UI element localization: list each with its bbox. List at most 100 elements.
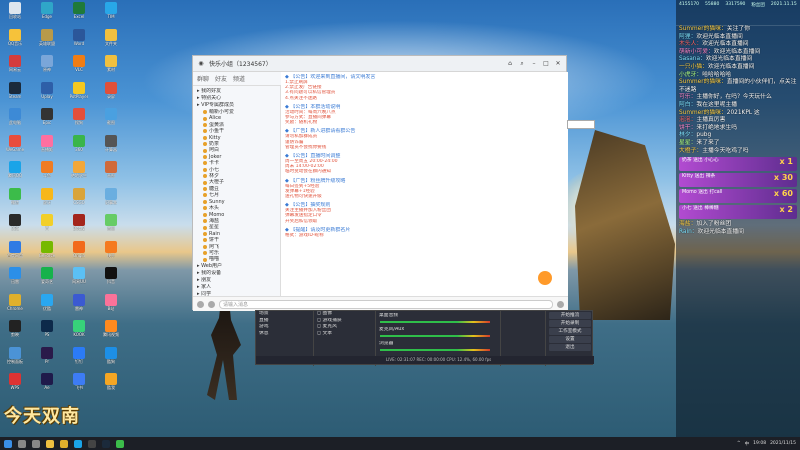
desktop-icon[interactable]: 快手 [98,240,124,267]
taskbar-app-icon[interactable] [18,439,26,448]
desktop-icon[interactable]: GeForce [34,240,60,267]
contact-group[interactable]: ▸ Web用户 [193,263,280,270]
desktop-icon[interactable]: Ae [34,373,60,399]
send-icon[interactable] [557,300,564,308]
desktop-icon[interactable]: 360 [66,134,92,161]
desktop-icon[interactable]: 画图 [98,161,124,187]
taskbar-app-icon[interactable] [116,439,124,448]
qq-tab[interactable]: 频道 [233,74,245,83]
desktop-icon[interactable]: OBS [2,214,28,240]
desktop-icon[interactable]: 迅雷 [2,267,28,293]
qq-contact-list[interactable]: ▸ 我的好友 ▸ 特别关心 ▸ VIP专属群成员 萌新小可爱 Alice 蛋黄派 小鱼干 Ki… [193,86,281,311]
taskbar-app-icon[interactable] [32,439,40,448]
desktop-icon[interactable]: 英雄联盟 [34,28,60,55]
desktop-icon[interactable]: 网易云 [2,55,28,81]
desktop-icon[interactable]: 此电脑 [2,108,28,134]
qq-tab[interactable]: 群聊 [197,74,209,83]
desktop-icon[interactable]: 音量 [98,214,124,240]
desktop-icon[interactable]: 录屏 [98,81,124,108]
desktop-icon[interactable]: 酷狗 [98,346,124,373]
desktop-icon[interactable]: 百度网盘 [2,240,28,267]
desktop-icon[interactable]: Uplay [34,81,60,108]
desktop-icon[interactable]: 剪映 [2,320,28,346]
desktop-icon[interactable]: 控制面板 [2,346,28,373]
taskbar-app-icon[interactable] [46,439,54,448]
desktop-icon[interactable]: 腾讯视频 [98,320,124,346]
maximize-icon[interactable]: □ [542,60,550,68]
desktop-icon[interactable]: 截图 [98,108,124,134]
tray-item[interactable]: 2021/11/15 [770,441,796,446]
desktop-icon[interactable]: 酷我 [98,373,124,399]
desktop-icon[interactable]: 文件夹 [98,28,124,55]
desktop-icon[interactable]: 飞书 [66,373,92,399]
desktop-icon[interactable]: 网易UU [66,267,92,293]
desktop-icon[interactable]: 回收站 [2,2,28,28]
desktop-icon[interactable]: 雷神 [66,293,92,320]
desktop-icon[interactable]: Pr [34,346,60,373]
desktop-icon[interactable]: Epic [34,108,60,134]
desktop-icon[interactable]: 爱奇艺 [34,267,60,293]
desktop-icon[interactable]: B站 [98,293,124,320]
tray-item[interactable]: 中 [745,441,750,447]
desktop-icon[interactable]: KOOK [66,320,92,346]
desktop-icon[interactable]: Word [66,28,92,55]
contact-group[interactable]: ▸ VIP专属群成员 [193,102,280,109]
taskbar-app-icon[interactable] [88,439,96,448]
desktop-icon[interactable]: 绝地求生 [66,161,92,187]
desktop-icon[interactable]: Steam [2,81,28,108]
desktop-icon[interactable]: 搜狗 [66,108,92,134]
obs-control-button[interactable]: 设置 [549,336,591,343]
desktop-icon[interactable]: Edge [34,2,60,28]
desktop-icon[interactable]: Excel [66,2,92,28]
desktop-icon[interactable]: 优酷 [34,293,60,320]
qq-message-input[interactable]: 请输入消息 [219,299,553,309]
emoji-icon[interactable] [197,300,204,308]
desktop-icon[interactable]: 计算器 [98,134,124,161]
desktop-icon[interactable]: 腾讯QQ [2,161,28,187]
qq-avatar-icon[interactable]: ◉ [197,60,205,68]
image-icon[interactable] [208,300,215,308]
contact-group[interactable]: ▸ 家人 [193,284,280,291]
qq-tab[interactable]: 好友 [215,74,227,83]
obs-control-button[interactable]: 开始推流 [549,312,591,319]
tray-item[interactable]: 19:08 [753,441,766,446]
taskbar-app-icon[interactable] [74,439,82,448]
taskbar-app-icon[interactable] [102,439,110,448]
desktop-icon[interactable]: 直播姬 [34,134,60,161]
desktop-icon[interactable]: 虎牙 [34,187,60,214]
desktop-icon[interactable]: QQ音乐 [2,28,28,55]
taskbar-app-icon[interactable] [4,439,12,448]
desktop-icon[interactable]: Dota2 [66,214,92,240]
obs-scene-item[interactable]: 休息 [256,331,313,338]
desktop-icon[interactable]: 素材 [98,55,124,81]
qq-titlebar[interactable]: ◉ 快乐小组（1234567） ⌂ ⌕ – □ ✕ [193,56,566,72]
search-icon[interactable]: ⌕ [518,60,526,68]
desktop-icon[interactable]: 斗鱼 [34,161,60,187]
floating-assistant-icon[interactable] [538,271,552,285]
desktop-icon[interactable]: PotPlayer [66,81,92,108]
desktop-icon[interactable]: PS [34,320,60,346]
contact-group[interactable]: ▸ 我的好友 [193,88,280,95]
desktop-icon[interactable]: CSGO [66,187,92,214]
obs-control-button[interactable]: 工作室模式 [549,328,591,335]
home-icon[interactable]: ⌂ [506,60,514,68]
desktop-icon[interactable]: Chrome [2,293,28,320]
desktop-icon[interactable]: 原神 [34,55,60,81]
desktop-icon[interactable]: WeGame [2,134,28,161]
desktop-icon[interactable]: Origin [66,240,92,267]
desktop-icon[interactable]: 抖音 [98,267,124,293]
desktop-icon[interactable]: YY [34,214,60,240]
obs-control-button[interactable]: 退出 [549,344,591,351]
minimize-icon[interactable]: – [530,60,538,68]
desktop-icon[interactable]: 记事本 [98,187,124,214]
desktop-icon[interactable]: WPS [2,373,28,399]
desktop-icon[interactable]: 钉钉 [66,346,92,373]
contact-group[interactable]: ▸ 朋友 [193,277,280,284]
desktop-icon[interactable]: VLC [66,55,92,81]
desktop-icon[interactable]: 微信 [2,187,28,214]
close-icon[interactable]: ✕ [554,60,562,68]
taskbar-app-icon[interactable] [60,439,68,448]
obs-source-item[interactable]: ◻ 文本 [314,331,375,338]
contact-group[interactable]: ▸ 特别关心 [193,95,280,102]
obs-control-button[interactable]: 开始录制 [549,320,591,327]
